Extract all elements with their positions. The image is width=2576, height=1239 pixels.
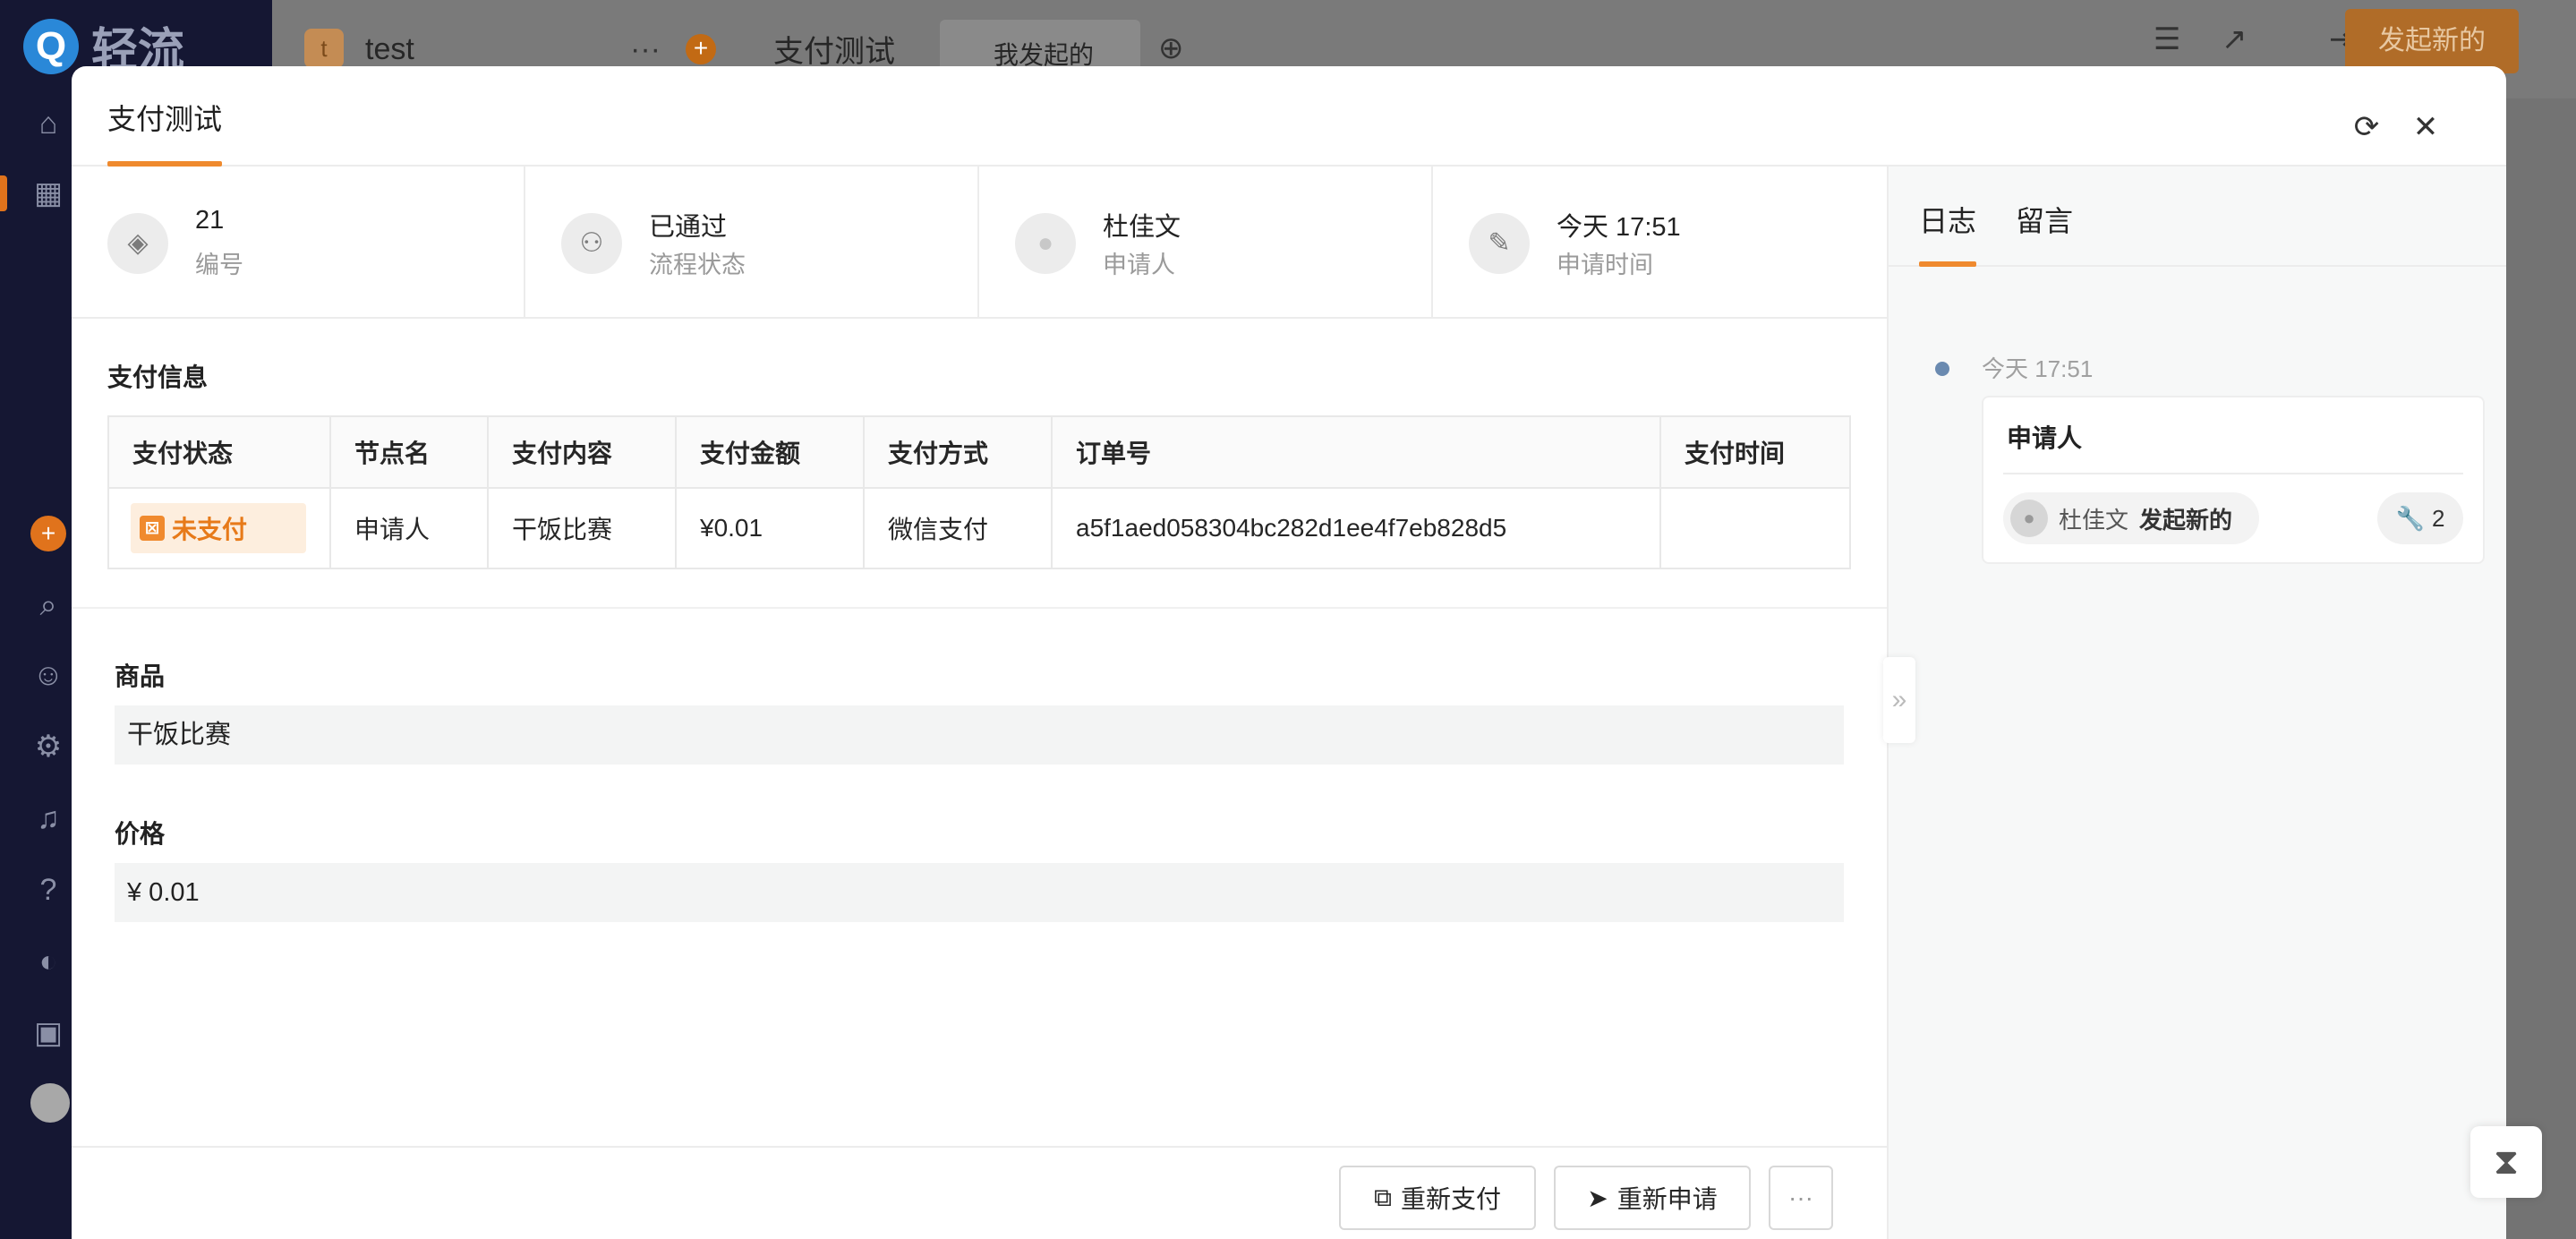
repay-button[interactable]: ⧉ 重新支付 bbox=[1339, 1166, 1536, 1230]
flow-status-label: 流程状态 bbox=[649, 252, 746, 278]
background-list bbox=[2504, 98, 2576, 1239]
log-node: 申请人 bbox=[2007, 424, 2083, 452]
tab-underline bbox=[1919, 261, 1976, 267]
column-header: 订单号 bbox=[1051, 415, 1661, 489]
record-modal: 支付测试 ⟳ ✕ ◈ 21 编号 ⚇ 已通过 流程状态 ● 杜佳文 申请人 ✎ … bbox=[72, 66, 2506, 1239]
flow-icon: ⚇ bbox=[561, 213, 622, 274]
reapply-label: 重新申请 bbox=[1616, 1185, 1718, 1213]
payment-table: 支付状态 节点名 支付内容 支付金额 支付方式 订单号 支付时间 ⊠ 未支付 申… bbox=[107, 415, 1851, 569]
users-icon[interactable]: ☺ bbox=[30, 657, 66, 693]
avatar-icon: ● bbox=[1015, 213, 1076, 274]
reapply-button[interactable]: ➤ 重新申请 bbox=[1554, 1166, 1751, 1230]
record-number-label: 编号 bbox=[195, 252, 243, 278]
apply-time-label: 申请时间 bbox=[1557, 252, 1653, 278]
modal-header: 支付测试 ⟳ ✕ bbox=[72, 66, 2506, 167]
collapse-panel-handle[interactable]: » bbox=[1883, 657, 1915, 743]
wrench-icon: 🔧 bbox=[2395, 504, 2425, 532]
close-icon[interactable]: ✕ bbox=[2408, 109, 2444, 145]
price-label: 价格 bbox=[115, 820, 166, 848]
timeline-dot bbox=[1935, 362, 1949, 376]
tab-log[interactable]: 日志 bbox=[1919, 199, 1976, 240]
summary-apply-time: ✎ 今天 17:51 申请时间 bbox=[1433, 167, 1887, 319]
more-icon[interactable]: ··· bbox=[630, 32, 661, 67]
modal-footer: ⧉ 重新支付 ➤ 重新申请 ··· bbox=[72, 1146, 1887, 1239]
log-count: 2 bbox=[2431, 504, 2445, 532]
home-icon[interactable]: ⌂ bbox=[30, 106, 66, 141]
summary-flow-status: ⚇ 已通过 流程状态 bbox=[525, 167, 979, 319]
status-text: 未支付 bbox=[172, 516, 248, 543]
avatar-icon: ● bbox=[2010, 500, 2048, 537]
column-header: 支付时间 bbox=[1659, 415, 1851, 489]
section-divider bbox=[72, 607, 1887, 609]
amount-cell: ¥0.01 bbox=[675, 487, 865, 569]
workspace-badge[interactable]: t bbox=[304, 29, 344, 68]
add-view-icon[interactable]: ⊕ bbox=[1158, 30, 1184, 66]
product-label: 商品 bbox=[115, 662, 166, 690]
product-value: 干饭比赛 bbox=[115, 705, 1844, 765]
flow-status: 已通过 bbox=[649, 213, 728, 242]
payment-section-title: 支付信息 bbox=[107, 363, 209, 391]
trend-icon[interactable]: ↗ bbox=[2222, 21, 2248, 57]
add-icon[interactable]: + bbox=[30, 516, 66, 551]
app-name[interactable]: 支付测试 bbox=[773, 27, 895, 71]
wechat-pay-icon: ⧉ bbox=[1373, 1183, 1392, 1211]
active-indicator bbox=[0, 175, 7, 211]
column-header: 支付方式 bbox=[863, 415, 1053, 489]
table-row: ⊠ 未支付 申请人 干饭比赛 ¥0.01 微信支付 a5f1aed058304b… bbox=[107, 487, 1851, 569]
summary-row: ◈ 21 编号 ⚇ 已通过 流程状态 ● 杜佳文 申请人 ✎ 今天 17:51 … bbox=[72, 167, 1887, 319]
apps-icon[interactable]: ▦ bbox=[30, 175, 66, 211]
record-number: 21 bbox=[195, 206, 225, 235]
help-icon[interactable]: ? bbox=[30, 872, 66, 908]
content-cell: 干饭比赛 bbox=[487, 487, 677, 569]
log-field-count[interactable]: 🔧 2 bbox=[2377, 492, 2463, 544]
status-badge: ⊠ 未支付 bbox=[131, 503, 306, 553]
logo-icon: Q bbox=[23, 18, 79, 74]
summary-id: ◈ 21 编号 bbox=[72, 167, 525, 319]
log-time: 今天 17:51 bbox=[1982, 355, 2094, 382]
order-number-cell: a5f1aed058304bc282d1ee4f7eb828d5 bbox=[1051, 487, 1661, 569]
column-header: 节点名 bbox=[329, 415, 489, 489]
integration-icon[interactable]: ◐ bbox=[30, 944, 66, 979]
new-button[interactable]: 发起新的 bbox=[2345, 9, 2519, 73]
payment-status-cell: ⊠ 未支付 bbox=[107, 487, 331, 569]
bell-icon[interactable]: ♫ bbox=[30, 800, 66, 836]
column-header: 支付状态 bbox=[107, 415, 331, 489]
price-value: ¥ 0.01 bbox=[115, 863, 1844, 922]
pay-time-cell bbox=[1659, 487, 1851, 569]
applicant-name: 杜佳文 bbox=[1103, 213, 1181, 242]
add-app-icon[interactable]: + bbox=[686, 34, 716, 64]
method-cell: 微信支付 bbox=[863, 487, 1053, 569]
gift-icon[interactable]: ▣ bbox=[30, 1015, 66, 1051]
settings-icon[interactable]: ⚙ bbox=[30, 729, 66, 765]
search-icon[interactable]: ⌕ bbox=[30, 587, 66, 623]
log-user-chip[interactable]: ● 杜佳文 发起新的 bbox=[2003, 492, 2260, 544]
apply-time: 今天 17:51 bbox=[1557, 213, 1681, 242]
log-panel: 日志 留言 今天 17:51 申请人 ● 杜佳文 发起新的 🔧 2 bbox=[1887, 167, 2506, 1239]
log-tabs: 日志 留言 bbox=[1889, 167, 2506, 267]
node-cell: 申请人 bbox=[329, 487, 489, 569]
hourglass-icon[interactable]: ⧗ bbox=[2470, 1126, 2542, 1198]
more-actions-button[interactable]: ··· bbox=[1769, 1166, 1833, 1230]
column-header: 支付金额 bbox=[675, 415, 865, 489]
summary-applicant: ● 杜佳文 申请人 bbox=[979, 167, 1433, 319]
tab-comments[interactable]: 留言 bbox=[2016, 199, 2073, 240]
time-icon: ✎ bbox=[1469, 213, 1530, 274]
unpaid-icon: ⊠ bbox=[140, 516, 165, 541]
user-avatar[interactable] bbox=[30, 1083, 70, 1123]
column-header: 支付内容 bbox=[487, 415, 677, 489]
send-icon: ➤ bbox=[1587, 1183, 1608, 1212]
table-header-row: 支付状态 节点名 支付内容 支付金额 支付方式 订单号 支付时间 bbox=[107, 415, 1851, 489]
list-icon[interactable]: ☰ bbox=[2154, 21, 2180, 57]
log-user-name: 杜佳文 bbox=[2059, 506, 2129, 534]
card-divider bbox=[2003, 473, 2463, 474]
id-icon: ◈ bbox=[107, 213, 168, 274]
log-action: 发起新的 bbox=[2139, 506, 2233, 534]
workspace-name[interactable]: test bbox=[365, 32, 414, 67]
log-card: 申请人 ● 杜佳文 发起新的 🔧 2 bbox=[1982, 396, 2485, 564]
modal-title[interactable]: 支付测试 bbox=[107, 97, 222, 138]
refresh-icon[interactable]: ⟳ bbox=[2349, 109, 2384, 145]
applicant-label: 申请人 bbox=[1103, 252, 1175, 278]
repay-label: 重新支付 bbox=[1400, 1185, 1501, 1213]
